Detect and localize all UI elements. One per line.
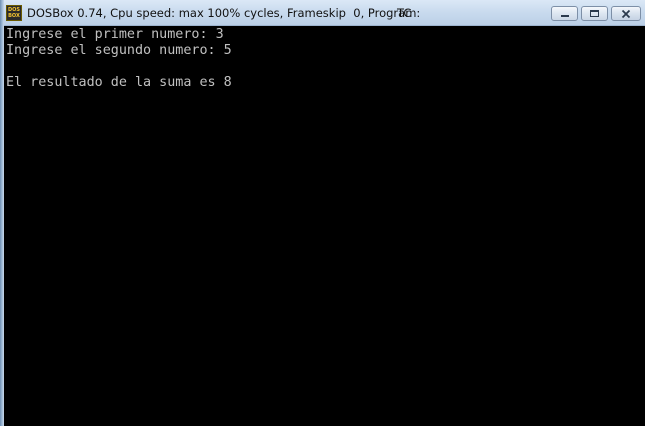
console-line-4: El resultado de la suma es 8 <box>6 75 232 90</box>
console-line-2: Ingrese el segundo numero: 5 <box>6 43 232 58</box>
minimize-button[interactable] <box>551 6 578 21</box>
dosbox-window: DOS BOX DOSBox 0.74, Cpu speed: max 100%… <box>0 0 645 426</box>
program-name: TC <box>397 6 412 20</box>
window-title: DOSBox 0.74, Cpu speed: max 100% cycles,… <box>27 6 421 20</box>
console-screen[interactable]: Ingrese el primer numero: 3 Ingrese el s… <box>4 27 645 426</box>
title-bar[interactable]: DOS BOX DOSBox 0.74, Cpu speed: max 100%… <box>0 0 645 26</box>
console-line-1: Ingrese el primer numero: 3 <box>6 27 224 42</box>
dosbox-icon[interactable]: DOS BOX <box>6 5 22 21</box>
maximize-button[interactable] <box>581 6 608 21</box>
close-button[interactable] <box>611 6 641 21</box>
icon-text-bottom: BOX <box>8 13 20 19</box>
close-icon <box>621 9 631 18</box>
maximize-icon <box>590 10 599 17</box>
minimize-icon <box>560 15 569 17</box>
